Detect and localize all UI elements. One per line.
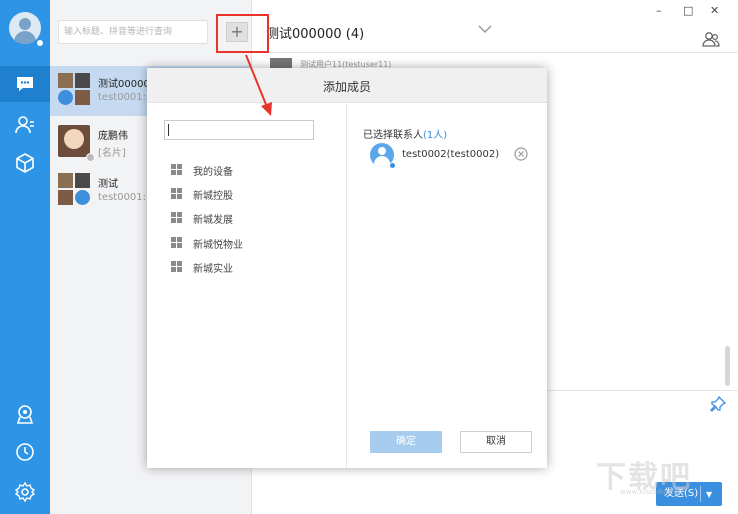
org-tree-label: 新城控股 <box>193 191 233 202</box>
chevron-down-icon[interactable] <box>478 24 492 34</box>
scrollbar-thumb[interactable] <box>725 346 730 386</box>
online-status-dot <box>389 162 396 169</box>
contact-avatar <box>58 125 90 157</box>
chat-item-preview: test0001: <box>98 192 147 203</box>
cancel-button[interactable]: 取消 <box>460 431 532 453</box>
org-grid-icon <box>171 188 182 199</box>
chat-icon[interactable] <box>14 73 36 95</box>
close-button[interactable]: ✕ <box>710 4 719 17</box>
group-avatar <box>58 173 90 205</box>
org-tree-label: 新城实业 <box>193 264 233 275</box>
maximize-button[interactable]: □ <box>683 4 693 17</box>
text-caret <box>168 124 169 136</box>
dialog-title: 添加成员 <box>322 80 371 94</box>
chat-item-preview: [名片] <box>98 148 126 159</box>
org-tree-label: 新城悦物业 <box>193 240 243 251</box>
confirm-button[interactable]: 确定 <box>370 431 442 453</box>
sidebar <box>0 0 50 514</box>
minimize-button[interactable]: – <box>656 4 662 17</box>
add-member-dialog: 添加成员 我的设备 新城控股 新城发展 新城悦物业 新城实业 已选择联系人(1人… <box>147 68 547 468</box>
selected-count: (1人) <box>423 130 448 141</box>
watermark-logo: 下载吧 www.xiazaiba.com <box>596 452 716 496</box>
watermark-url: www.xiazaiba.com <box>620 488 685 496</box>
group-members-icon[interactable] <box>702 30 720 48</box>
chat-item-name: 庞鹏伟 <box>98 131 128 142</box>
org-tree-label: 新城发展 <box>193 215 233 226</box>
selected-heading-text: 已选择联系人 <box>363 130 423 141</box>
dialog-column-divider <box>346 104 347 468</box>
contacts-icon[interactable] <box>14 114 36 136</box>
member-search-input[interactable] <box>164 120 314 140</box>
search-input[interactable]: 输入标题、拼音等进行查询 <box>58 20 208 44</box>
group-avatar <box>58 73 90 105</box>
chat-item-preview: test0001: <box>98 92 147 103</box>
selected-contact-name: test0002(test0002) <box>402 149 500 160</box>
settings-gear-icon[interactable] <box>14 481 36 503</box>
remove-contact-icon[interactable] <box>514 147 528 161</box>
chat-item-name: 测试 <box>98 179 118 190</box>
org-grid-icon <box>171 212 182 223</box>
selected-contacts-heading: 已选择联系人(1人) <box>363 126 447 141</box>
org-grid-icon <box>171 261 182 272</box>
org-tree-label: 我的设备 <box>193 167 233 178</box>
chat-title: 测试000000 (4) <box>266 27 365 42</box>
apps-cube-icon[interactable] <box>14 152 36 174</box>
highlight-box <box>216 14 269 53</box>
header-divider <box>252 52 738 53</box>
pin-icon[interactable] <box>710 395 727 412</box>
history-clock-icon[interactable] <box>14 441 36 463</box>
status-badge <box>35 38 45 48</box>
org-grid-icon <box>171 237 182 248</box>
offline-status-dot <box>86 153 95 162</box>
org-grid-icon <box>171 164 182 175</box>
dialog-header: 添加成员 <box>147 68 547 103</box>
profile-badge-icon[interactable] <box>14 403 36 425</box>
